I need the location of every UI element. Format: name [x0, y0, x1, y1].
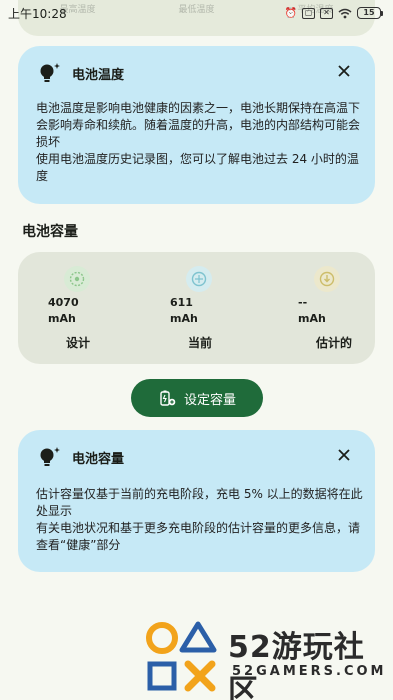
battery-icon: 15	[357, 7, 383, 19]
stat-unit: mAh	[298, 312, 326, 325]
battery-add-icon	[160, 390, 176, 406]
stat-label: 当前	[188, 336, 213, 350]
current-capacity-icon	[186, 266, 212, 292]
estimated-capacity-icon	[314, 266, 340, 292]
stat-value: 4070	[48, 296, 79, 309]
stat-estimated: -- mAh 估计的	[298, 266, 388, 351]
wifi-icon	[338, 8, 352, 18]
stat-unit: mAh	[170, 312, 198, 325]
stat-label: 估计的	[316, 336, 353, 350]
close-icon	[338, 65, 350, 77]
battery-level: 15	[357, 7, 381, 19]
close-icon	[338, 449, 350, 461]
lightbulb-icon	[40, 447, 60, 466]
design-capacity-icon	[64, 266, 90, 292]
notification-icon: ▢	[302, 7, 315, 19]
alarm-icon: ⏰	[284, 7, 297, 19]
capacity-stats-card: 4070 mAh 设计 611 mAh 当前 -- mAh 估计的	[18, 252, 375, 364]
stat-design: 4070 mAh 设计	[48, 266, 138, 351]
stat-value: 611	[170, 296, 193, 309]
card-paragraph: 使用电池温度历史记录图，您可以了解电池过去 24 小时的温度	[36, 152, 359, 183]
status-bar: 上午10:28 ⏰ ▢ ✕ 15	[0, 0, 393, 26]
card-paragraph: 有关电池状况和基于更多充电阶段的估计容量的更多信息，请查看“健康”部分	[36, 521, 361, 552]
gamepad-shapes-icon	[146, 621, 217, 692]
set-capacity-button[interactable]: 设定容量	[131, 379, 263, 417]
card-paragraph: 估计容量仅基于当前的充电阶段，充电 5% 以上的数据将在此处显示	[36, 487, 363, 518]
card-body: 估计容量仅基于当前的充电阶段，充电 5% 以上的数据将在此处显示 有关电池状况和…	[36, 486, 366, 554]
watermark-url: 52GAMERS.COM	[232, 664, 387, 679]
set-capacity-label: 设定容量	[183, 392, 236, 408]
stat-label: 设计	[66, 336, 91, 350]
sim-off-icon: ✕	[320, 7, 333, 19]
stat-current: 611 mAh 当前	[170, 266, 260, 351]
status-time: 上午10:28	[8, 6, 67, 21]
watermark-logo: 52游玩社区 52GAMERS.COM	[140, 612, 393, 700]
battery-temp-info-card: 电池温度 电池温度是影响电池健康的因素之一，电池长期保持在高温下会影响寿命和续航…	[18, 46, 375, 204]
card-body: 电池温度是影响电池健康的因素之一，电池长期保持在高温下会影响寿命和续航。随着温度…	[36, 100, 366, 185]
lightbulb-icon	[40, 63, 60, 82]
close-button[interactable]	[333, 444, 355, 466]
card-title: 电池温度	[72, 67, 125, 83]
close-button[interactable]	[333, 60, 355, 82]
battery-capacity-info-card: 电池容量 估计容量仅基于当前的充电阶段，充电 5% 以上的数据将在此处显示 有关…	[18, 430, 375, 572]
stat-unit: mAh	[48, 312, 76, 325]
section-title-battery-capacity: 电池容量	[22, 224, 78, 240]
watermark-text: 52游玩社区	[228, 630, 365, 700]
stat-value: --	[298, 296, 308, 309]
card-title: 电池容量	[72, 451, 125, 467]
card-paragraph: 电池温度是影响电池健康的因素之一，电池长期保持在高温下会影响寿命和续航。随着温度…	[36, 101, 361, 149]
status-icons: ⏰ ▢ ✕ 15	[285, 7, 383, 19]
